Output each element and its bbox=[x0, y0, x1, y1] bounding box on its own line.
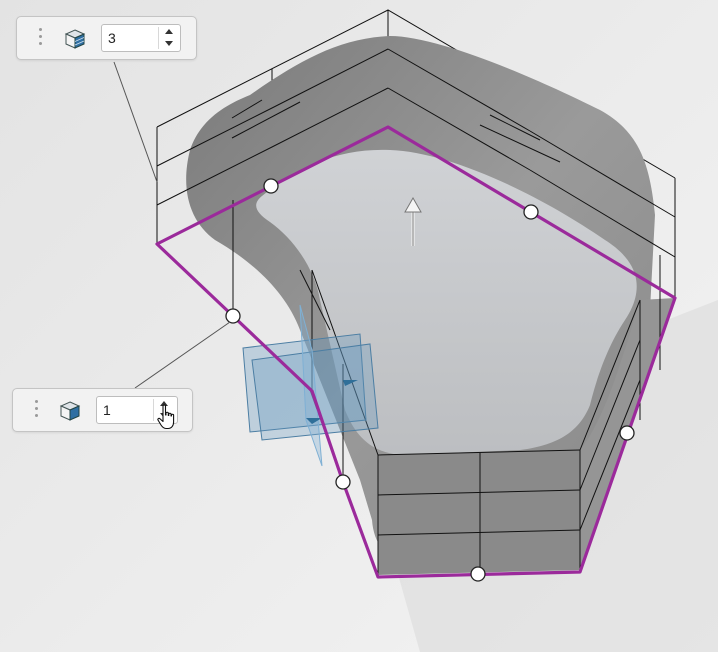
block-icon bbox=[59, 401, 81, 421]
handle-point bbox=[225, 308, 241, 324]
handle-point bbox=[470, 566, 486, 582]
hand-pointer-icon bbox=[157, 404, 175, 430]
3d-viewport[interactable] bbox=[0, 0, 718, 652]
layer-count-stepper bbox=[101, 24, 181, 52]
layer-count-input[interactable] bbox=[102, 25, 158, 51]
front-wall-shade bbox=[378, 450, 580, 575]
drag-grip-icon[interactable] bbox=[39, 28, 43, 50]
stepper-buttons bbox=[158, 27, 179, 49]
spin-down-icon[interactable] bbox=[159, 38, 179, 49]
stacked-block-icon bbox=[64, 29, 86, 49]
handle-point bbox=[523, 204, 539, 220]
layer-count-input[interactable] bbox=[97, 397, 153, 423]
drag-grip-icon[interactable] bbox=[35, 400, 39, 422]
handle-point bbox=[619, 425, 635, 441]
handle-point bbox=[335, 474, 351, 490]
handle-point bbox=[263, 178, 279, 194]
top-layer-count-panel bbox=[16, 16, 197, 60]
spin-up-icon[interactable] bbox=[159, 27, 179, 38]
